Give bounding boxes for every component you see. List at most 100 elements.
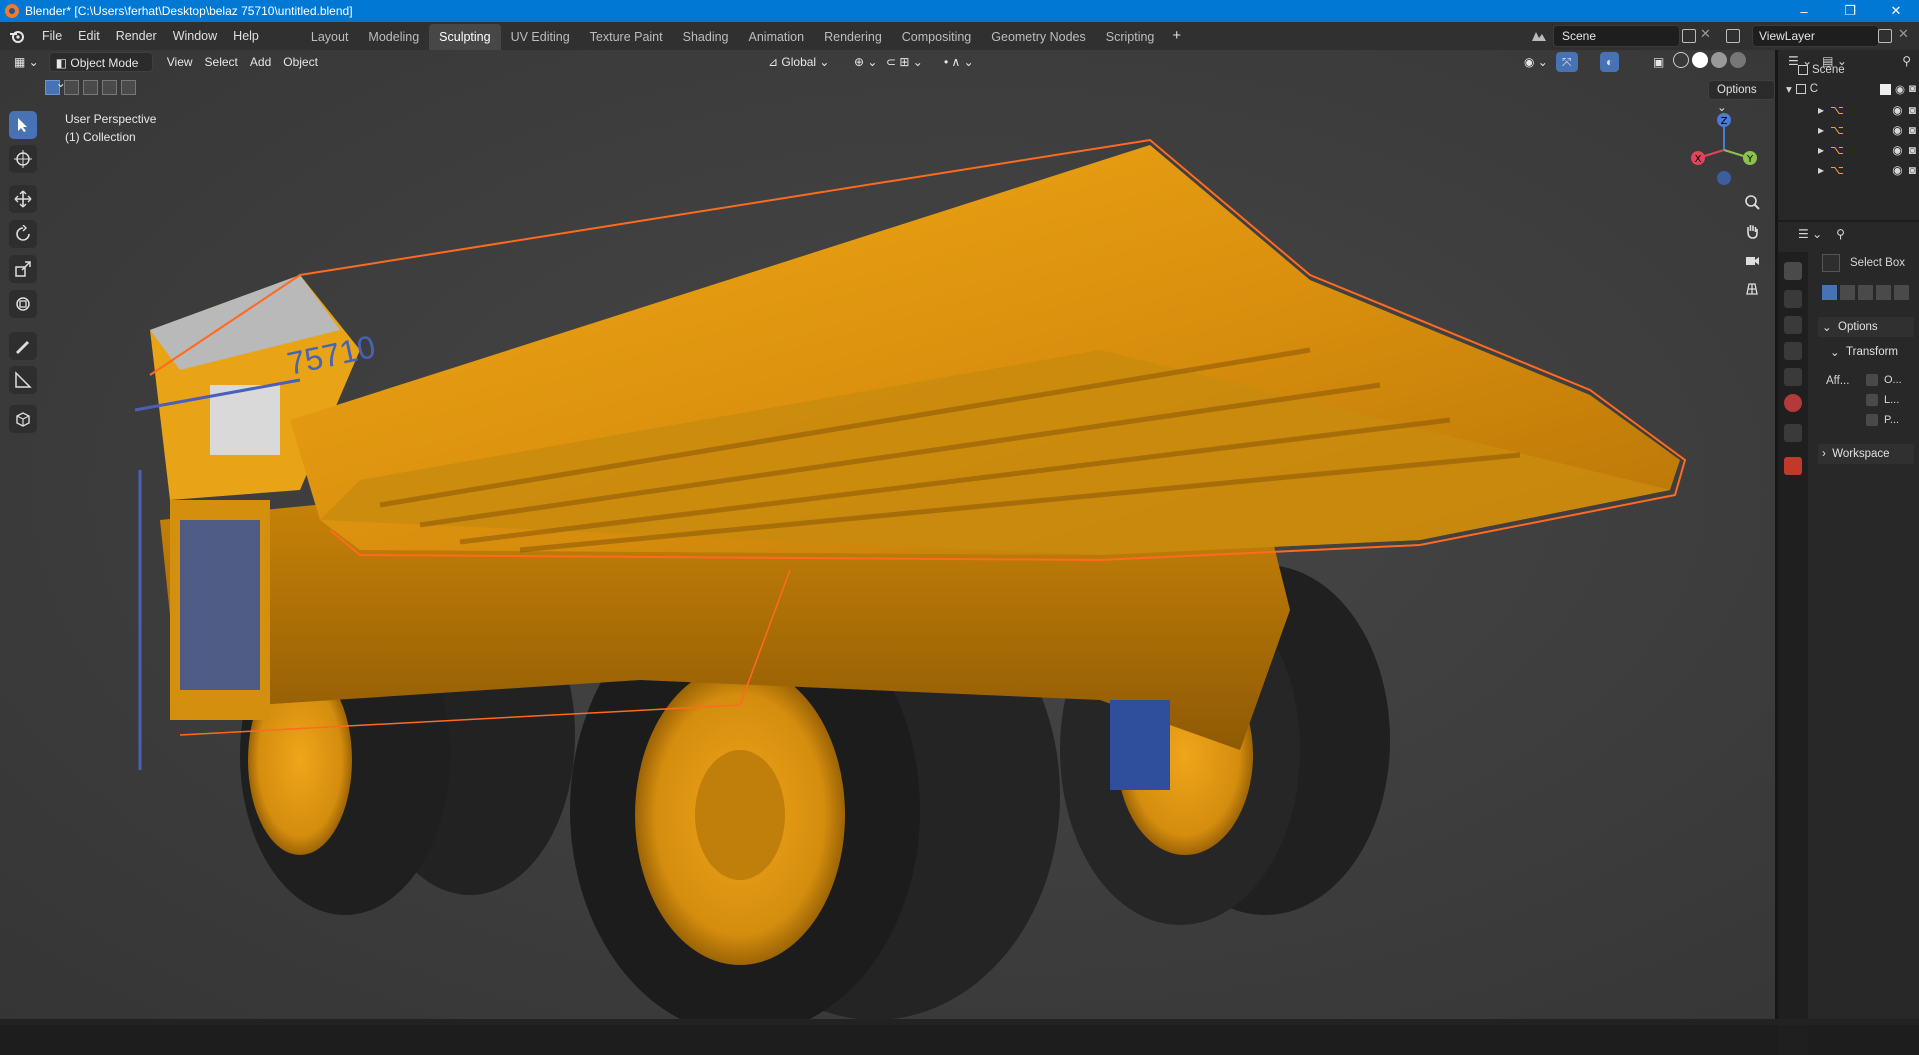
menu-view[interactable]: View <box>161 52 199 72</box>
menu-window[interactable]: Window <box>165 22 225 50</box>
affect-locations-checkbox[interactable]: L... <box>1866 394 1899 406</box>
outliner-row-collection[interactable]: ▾ C ◉ ◙ <box>1786 82 1916 96</box>
workspace-tab-rendering[interactable]: Rendering <box>814 24 892 50</box>
output-tab-icon[interactable] <box>1784 316 1802 334</box>
visibility-eye-icon[interactable]: ◉ <box>1895 82 1905 96</box>
render-camera-icon[interactable]: ◙ <box>1909 103 1916 117</box>
render-camera-icon[interactable]: ◙ <box>1909 163 1916 177</box>
rendered-shading-icon[interactable] <box>1730 52 1746 68</box>
viewport-options-button[interactable]: Options ⌄ <box>1708 80 1775 114</box>
expand-arrow-icon[interactable]: ▸ <box>1818 143 1824 157</box>
workspace-tab-uv-editing[interactable]: UV Editing <box>501 24 580 50</box>
workspace-tab-animation[interactable]: Animation <box>739 24 815 50</box>
transform-tool[interactable] <box>9 290 37 318</box>
select-intersect-icon[interactable] <box>121 80 136 95</box>
close-window-button[interactable]: ✕ <box>1873 0 1919 22</box>
navigation-gizmo[interactable]: Z Y X <box>1684 108 1764 188</box>
workspace-tab-compositing[interactable]: Compositing <box>892 24 981 50</box>
view-layer-selector[interactable]: ViewLayer <box>1752 25 1879 47</box>
scene-selector[interactable]: Scene <box>1553 25 1680 47</box>
affect-origins-checkbox[interactable]: O... <box>1866 374 1902 386</box>
gizmo-toggle-icon[interactable]: ⤧ <box>1556 52 1578 72</box>
dump-truck-model[interactable]: 75710 <box>0 50 1775 1025</box>
scene-type-icon[interactable] <box>1526 27 1552 45</box>
expand-arrow-icon[interactable]: ▸ <box>1818 103 1824 117</box>
pivot-point-icon[interactable]: ⊕ ⌄ <box>848 52 883 72</box>
remove-scene-icon[interactable]: ✕ <box>1700 26 1711 42</box>
transform-orientation-dropdown[interactable]: ⊿ Global ⌄ <box>762 52 835 72</box>
workspace-tab-scripting[interactable]: Scripting <box>1096 24 1165 50</box>
properties-editor-icon[interactable]: ☰ ⌄ <box>1798 227 1822 241</box>
menu-file[interactable]: File <box>34 22 70 50</box>
select-extend-icon[interactable] <box>1840 285 1855 300</box>
outliner-object-row[interactable]: ▸ ⌥ ◉ ◙ <box>1818 140 1916 160</box>
wireframe-shading-icon[interactable] <box>1673 52 1689 68</box>
scale-tool[interactable] <box>9 255 37 283</box>
add-cube-tool[interactable] <box>9 405 37 433</box>
menu-object[interactable]: Object <box>277 52 324 72</box>
texture-tab-icon[interactable] <box>1784 457 1802 475</box>
new-view-layer-icon[interactable] <box>1878 29 1892 43</box>
rotate-tool[interactable] <box>9 220 37 248</box>
select-new-icon[interactable] <box>1822 285 1837 300</box>
overlay-toggle-icon[interactable]: ◐ <box>1600 52 1620 72</box>
material-shading-icon[interactable] <box>1711 52 1727 68</box>
select-invert-icon[interactable] <box>1876 285 1891 300</box>
workspace-panel-header[interactable]: › Workspace <box>1818 444 1914 464</box>
outliner-search-icon[interactable]: ⚲ <box>1902 54 1911 68</box>
view-layer-tab-icon[interactable] <box>1784 342 1802 360</box>
scene-tab-icon[interactable] <box>1784 368 1802 386</box>
cursor-tool[interactable] <box>9 145 37 173</box>
render-camera-icon[interactable]: ◙ <box>1909 83 1916 95</box>
outliner-object-row[interactable]: ▸ ⌥ ◉ ◙ <box>1818 160 1916 180</box>
snap-icon[interactable]: ⊂ ⊞ ⌄ <box>880 52 929 72</box>
zoom-icon[interactable] <box>1740 190 1764 214</box>
pan-hand-icon[interactable] <box>1740 219 1764 243</box>
properties-search-icon[interactable]: ⚲ <box>1836 227 1845 241</box>
select-intersect-icon[interactable] <box>1894 285 1909 300</box>
transform-panel-header[interactable]: ⌄ Transform <box>1830 342 1898 362</box>
select-extend-icon[interactable] <box>64 80 79 95</box>
exclude-checkbox[interactable] <box>1880 83 1891 95</box>
select-invert-icon[interactable] <box>102 80 117 95</box>
move-tool[interactable] <box>9 185 37 213</box>
shading-modes[interactable] <box>1673 52 1746 68</box>
workspace-tab-layout[interactable]: Layout <box>301 24 359 50</box>
menu-add[interactable]: Add <box>244 52 277 72</box>
proportional-edit-icon[interactable]: • ∧ ⌄ <box>938 52 980 72</box>
visibility-eye-icon[interactable]: ◉ <box>1892 163 1902 177</box>
minimize-button[interactable]: – <box>1781 0 1827 22</box>
collection-tab-icon[interactable] <box>1784 424 1802 442</box>
workspace-tab-texture-paint[interactable]: Texture Paint <box>580 24 673 50</box>
blender-menu-icon[interactable] <box>0 22 34 50</box>
outliner-object-row[interactable]: ▸ ⌥ ◉ ◙ <box>1818 120 1916 140</box>
measure-tool[interactable] <box>9 366 37 394</box>
visibility-icon[interactable]: ◉ ⌄ <box>1518 52 1554 72</box>
new-scene-icon[interactable] <box>1682 29 1696 43</box>
visibility-eye-icon[interactable]: ◉ <box>1892 143 1902 157</box>
tool-tab-icon[interactable] <box>1784 262 1802 280</box>
render-tab-icon[interactable] <box>1784 290 1802 308</box>
remove-view-layer-icon[interactable]: ✕ <box>1898 26 1909 42</box>
options-panel-header[interactable]: ⌄ Options <box>1818 317 1914 337</box>
menu-render[interactable]: Render <box>108 22 165 50</box>
affect-parents-checkbox[interactable]: P... <box>1866 414 1899 426</box>
render-camera-icon[interactable]: ◙ <box>1909 123 1916 137</box>
workspace-tab-shading[interactable]: Shading <box>673 24 739 50</box>
editor-type-icon[interactable]: ▦ ⌄ <box>8 52 45 72</box>
annotate-tool[interactable] <box>9 332 37 360</box>
select-subtract-icon[interactable] <box>1858 285 1873 300</box>
visibility-eye-icon[interactable]: ◉ <box>1892 123 1902 137</box>
tool-select-modes[interactable] <box>1822 285 1909 300</box>
menu-edit[interactable]: Edit <box>70 22 108 50</box>
workspace-tab-sculpting[interactable]: Sculpting <box>429 24 501 50</box>
maximize-button[interactable]: ❐ <box>1827 0 1873 22</box>
select-subtract-icon[interactable] <box>83 80 98 95</box>
object-mode-dropdown[interactable]: ◧ Object Mode ⌄ <box>48 52 153 90</box>
solid-shading-icon[interactable] <box>1692 52 1708 68</box>
world-tab-icon[interactable] <box>1784 394 1802 412</box>
expand-arrow-icon[interactable]: ▾ <box>1786 82 1792 96</box>
menu-help[interactable]: Help <box>225 22 267 50</box>
xray-toggle-icon[interactable]: ▣ <box>1647 52 1670 72</box>
menu-select[interactable]: Select <box>199 52 244 72</box>
